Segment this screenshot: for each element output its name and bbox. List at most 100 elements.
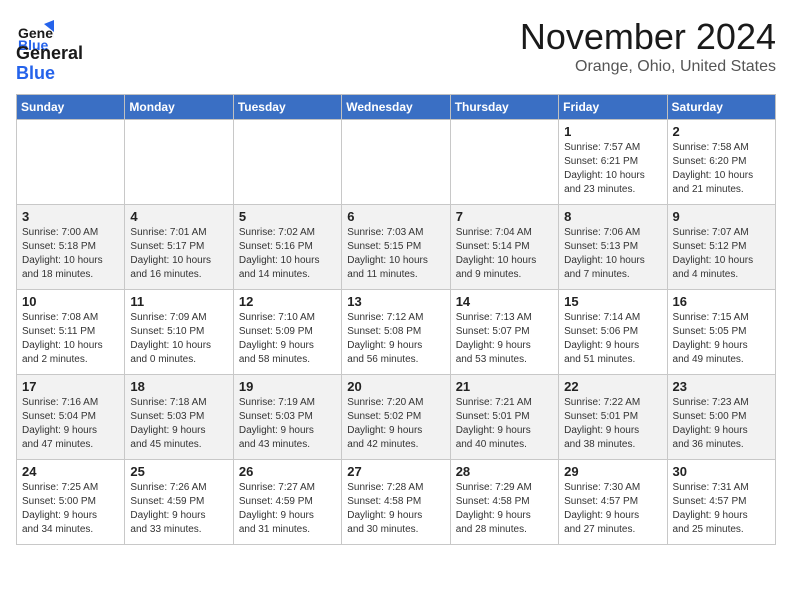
- calendar-header-row: SundayMondayTuesdayWednesdayThursdayFrid…: [17, 94, 776, 119]
- calendar-cell: 22 Sunrise: 7:22 AM Sunset: 5:01 PM Dayli…: [559, 374, 667, 459]
- day-info: Sunrise: 7:31 AM Sunset: 4:57 PM Dayligh…: [673, 481, 770, 537]
- day-info: Sunrise: 7:03 AM Sunset: 5:15 PM Dayligh…: [347, 226, 444, 282]
- day-info: Sunrise: 7:18 AM Sunset: 5:03 PM Dayligh…: [130, 396, 227, 452]
- day-number: 30: [673, 464, 770, 479]
- day-info: Sunrise: 7:01 AM Sunset: 5:17 PM Dayligh…: [130, 226, 227, 282]
- day-info: Sunrise: 7:16 AM Sunset: 5:04 PM Dayligh…: [22, 396, 119, 452]
- day-number: 23: [673, 379, 770, 394]
- calendar-cell: 10 Sunrise: 7:08 AM Sunset: 5:11 PM Dayli…: [17, 289, 125, 374]
- day-info: Sunrise: 7:23 AM Sunset: 5:00 PM Dayligh…: [673, 396, 770, 452]
- day-info: Sunrise: 7:12 AM Sunset: 5:08 PM Dayligh…: [347, 311, 444, 367]
- day-number: 22: [564, 379, 661, 394]
- day-header-monday: Monday: [125, 94, 233, 119]
- day-number: 1: [564, 124, 661, 139]
- day-number: 26: [239, 464, 336, 479]
- day-info: Sunrise: 7:07 AM Sunset: 5:12 PM Dayligh…: [673, 226, 770, 282]
- day-number: 12: [239, 294, 336, 309]
- day-number: 5: [239, 209, 336, 224]
- header: General Blue General Blue November 2024 …: [16, 16, 776, 84]
- day-header-friday: Friday: [559, 94, 667, 119]
- day-info: Sunrise: 7:20 AM Sunset: 5:02 PM Dayligh…: [347, 396, 444, 452]
- day-info: Sunrise: 7:25 AM Sunset: 5:00 PM Dayligh…: [22, 481, 119, 537]
- day-info: Sunrise: 7:02 AM Sunset: 5:16 PM Dayligh…: [239, 226, 336, 282]
- day-info: Sunrise: 7:27 AM Sunset: 4:59 PM Dayligh…: [239, 481, 336, 537]
- logo: General Blue General Blue: [16, 16, 83, 84]
- day-header-thursday: Thursday: [450, 94, 558, 119]
- calendar-cell: 26 Sunrise: 7:27 AM Sunset: 4:59 PM Dayli…: [233, 459, 341, 544]
- day-number: 8: [564, 209, 661, 224]
- day-number: 10: [22, 294, 119, 309]
- calendar-cell: 20 Sunrise: 7:20 AM Sunset: 5:02 PM Dayli…: [342, 374, 450, 459]
- calendar-cell: 6 Sunrise: 7:03 AM Sunset: 5:15 PM Daylig…: [342, 204, 450, 289]
- day-info: Sunrise: 7:04 AM Sunset: 5:14 PM Dayligh…: [456, 226, 553, 282]
- calendar-cell: 21 Sunrise: 7:21 AM Sunset: 5:01 PM Dayli…: [450, 374, 558, 459]
- day-number: 29: [564, 464, 661, 479]
- calendar-cell: 18 Sunrise: 7:18 AM Sunset: 5:03 PM Dayli…: [125, 374, 233, 459]
- calendar-cell: [342, 119, 450, 204]
- month-title: November 2024: [520, 16, 776, 58]
- calendar-cell: 12Sunrise: 7:10 AM Sunset: 5:09 PM Dayli…: [233, 289, 341, 374]
- day-number: 3: [22, 209, 119, 224]
- day-info: Sunrise: 7:30 AM Sunset: 4:57 PM Dayligh…: [564, 481, 661, 537]
- day-info: Sunrise: 7:13 AM Sunset: 5:07 PM Dayligh…: [456, 311, 553, 367]
- title-block: November 2024 Orange, Ohio, United State…: [520, 16, 776, 76]
- location-title: Orange, Ohio, United States: [520, 58, 776, 76]
- day-number: 13: [347, 294, 444, 309]
- calendar-cell: 15 Sunrise: 7:14 AM Sunset: 5:06 PM Dayli…: [559, 289, 667, 374]
- calendar-cell: 2Sunrise: 7:58 AM Sunset: 6:20 PM Daylig…: [667, 119, 775, 204]
- day-number: 19: [239, 379, 336, 394]
- day-number: 7: [456, 209, 553, 224]
- day-info: Sunrise: 7:14 AM Sunset: 5:06 PM Dayligh…: [564, 311, 661, 367]
- day-info: Sunrise: 7:09 AM Sunset: 5:10 PM Dayligh…: [130, 311, 227, 367]
- logo-general: General: [16, 44, 83, 64]
- day-info: Sunrise: 7:00 AM Sunset: 5:18 PM Dayligh…: [22, 226, 119, 282]
- day-number: 6: [347, 209, 444, 224]
- calendar-cell: [450, 119, 558, 204]
- calendar-week-row: 1 Sunrise: 7:57 AM Sunset: 6:21 PM Daylig…: [17, 119, 776, 204]
- day-number: 21: [456, 379, 553, 394]
- calendar-cell: [233, 119, 341, 204]
- day-info: Sunrise: 7:21 AM Sunset: 5:01 PM Dayligh…: [456, 396, 553, 452]
- day-number: 14: [456, 294, 553, 309]
- day-info: Sunrise: 7:06 AM Sunset: 5:13 PM Dayligh…: [564, 226, 661, 282]
- calendar-week-row: 17 Sunrise: 7:16 AM Sunset: 5:04 PM Dayli…: [17, 374, 776, 459]
- calendar-cell: 25Sunrise: 7:26 AM Sunset: 4:59 PM Dayli…: [125, 459, 233, 544]
- calendar-cell: 8 Sunrise: 7:06 AM Sunset: 5:13 PM Daylig…: [559, 204, 667, 289]
- calendar-cell: 29 Sunrise: 7:30 AM Sunset: 4:57 PM Dayli…: [559, 459, 667, 544]
- calendar-cell: 13 Sunrise: 7:12 AM Sunset: 5:08 PM Dayli…: [342, 289, 450, 374]
- day-number: 24: [22, 464, 119, 479]
- day-number: 9: [673, 209, 770, 224]
- day-number: 15: [564, 294, 661, 309]
- calendar-week-row: 10 Sunrise: 7:08 AM Sunset: 5:11 PM Dayli…: [17, 289, 776, 374]
- calendar-cell: 14 Sunrise: 7:13 AM Sunset: 5:07 PM Dayli…: [450, 289, 558, 374]
- calendar-cell: 7 Sunrise: 7:04 AM Sunset: 5:14 PM Daylig…: [450, 204, 558, 289]
- calendar-cell: 1 Sunrise: 7:57 AM Sunset: 6:21 PM Daylig…: [559, 119, 667, 204]
- calendar-cell: 24 Sunrise: 7:25 AM Sunset: 5:00 PM Dayli…: [17, 459, 125, 544]
- calendar-cell: 9 Sunrise: 7:07 AM Sunset: 5:12 PM Daylig…: [667, 204, 775, 289]
- day-number: 4: [130, 209, 227, 224]
- day-number: 28: [456, 464, 553, 479]
- day-info: Sunrise: 7:28 AM Sunset: 4:58 PM Dayligh…: [347, 481, 444, 537]
- day-number: 20: [347, 379, 444, 394]
- day-number: 16: [673, 294, 770, 309]
- calendar-cell: 17 Sunrise: 7:16 AM Sunset: 5:04 PM Dayli…: [17, 374, 125, 459]
- day-number: 27: [347, 464, 444, 479]
- calendar-cell: 19 Sunrise: 7:19 AM Sunset: 5:03 PM Dayli…: [233, 374, 341, 459]
- calendar-cell: [17, 119, 125, 204]
- calendar-cell: 28Sunrise: 7:29 AM Sunset: 4:58 PM Dayli…: [450, 459, 558, 544]
- calendar-table: SundayMondayTuesdayWednesdayThursdayFrid…: [16, 94, 776, 545]
- calendar-cell: 30 Sunrise: 7:31 AM Sunset: 4:57 PM Dayli…: [667, 459, 775, 544]
- day-header-saturday: Saturday: [667, 94, 775, 119]
- day-number: 2: [673, 124, 770, 139]
- day-header-tuesday: Tuesday: [233, 94, 341, 119]
- calendar-cell: 27 Sunrise: 7:28 AM Sunset: 4:58 PM Dayli…: [342, 459, 450, 544]
- calendar-week-row: 3 Sunrise: 7:00 AM Sunset: 5:18 PM Daylig…: [17, 204, 776, 289]
- day-number: 17: [22, 379, 119, 394]
- day-info: Sunrise: 7:08 AM Sunset: 5:11 PM Dayligh…: [22, 311, 119, 367]
- day-info: Sunrise: 7:19 AM Sunset: 5:03 PM Dayligh…: [239, 396, 336, 452]
- calendar-cell: [125, 119, 233, 204]
- day-info: Sunrise: 7:22 AM Sunset: 5:01 PM Dayligh…: [564, 396, 661, 452]
- day-number: 18: [130, 379, 227, 394]
- calendar-cell: 5 Sunrise: 7:02 AM Sunset: 5:16 PM Daylig…: [233, 204, 341, 289]
- day-info: Sunrise: 7:57 AM Sunset: 6:21 PM Dayligh…: [564, 141, 661, 197]
